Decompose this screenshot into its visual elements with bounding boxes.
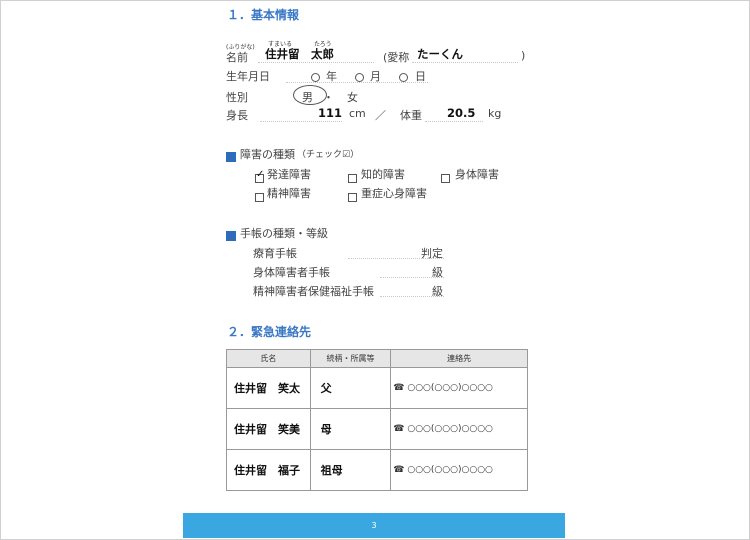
table-row: 住井留 福子 祖母 ☎ ○○○(○○○)○○○○ xyxy=(226,449,528,491)
table-row: 住井留 笑美 母 ☎ ○○○(○○○)○○○○ xyxy=(226,408,528,450)
name-label: 名前 xyxy=(226,51,248,64)
checkbox-severe[interactable] xyxy=(348,187,357,206)
contact-phone: ☎ ○○○(○○○)○○○○ xyxy=(390,408,528,450)
height-weight-separator: ／ xyxy=(375,109,386,122)
gender-male[interactable]: 男 xyxy=(302,89,313,105)
page-footer: 3 xyxy=(183,513,565,538)
handbook-row-label: 身体障害者手帳 xyxy=(253,266,330,279)
name-underline xyxy=(258,62,374,63)
column-header-relation: 続柄・所属等 xyxy=(309,349,392,368)
gender-separator: ・ xyxy=(323,91,334,104)
disability-item-label: 知的障害 xyxy=(361,168,405,181)
weight-unit: kg xyxy=(488,107,502,120)
height-label: 身長 xyxy=(226,109,248,122)
column-header-name: 氏名 xyxy=(226,349,311,368)
handbook-row-label: 療育手帳 xyxy=(253,247,297,260)
checkbox-developmental[interactable]: ✓ xyxy=(255,168,264,187)
table-header-row: 氏名 続柄・所属等 連絡先 xyxy=(226,349,528,368)
checkbox-intellectual[interactable] xyxy=(348,168,357,187)
contact-name: 住井留 笑太 xyxy=(226,367,311,409)
handbook-heading: 手帳の種類・等級 xyxy=(240,227,328,240)
disability-item-label: 重症心身障害 xyxy=(361,187,427,200)
nickname-open: (愛称 xyxy=(383,51,410,64)
disability-item-label: 精神障害 xyxy=(267,187,311,200)
handbook-row-unit: 判定 xyxy=(421,247,443,260)
height-value[interactable]: 111 xyxy=(318,106,342,120)
birthday-label: 生年月日 xyxy=(226,70,270,83)
checkbox-physical[interactable] xyxy=(441,168,450,187)
contact-relation: 母 xyxy=(309,408,392,450)
contact-relation: 祖母 xyxy=(309,449,392,491)
weight-label: 体重 xyxy=(400,109,422,122)
height-unit: cm xyxy=(349,107,366,120)
contact-name: 住井留 福子 xyxy=(226,449,311,491)
section-basic-info-title: １．基本情報 xyxy=(227,8,300,22)
disability-bullet-icon xyxy=(226,147,236,166)
month-circle-icon xyxy=(355,67,364,86)
contact-name: 住井留 笑美 xyxy=(226,408,311,450)
contact-phone: ☎ ○○○(○○○)○○○○ xyxy=(390,367,528,409)
column-header-contact: 連絡先 xyxy=(390,349,528,368)
disability-heading: 障害の種類 xyxy=(240,148,295,161)
table-row: 住井留 笑太 父 ☎ ○○○(○○○)○○○○ xyxy=(226,367,528,409)
disability-item-label: 発達障害 xyxy=(267,168,311,181)
page-number: 3 xyxy=(371,521,377,530)
nickname-close: ) xyxy=(521,49,526,62)
emergency-contacts-table: 氏名 続柄・所属等 連絡先 住井留 笑太 父 ☎ ○○○(○○○)○○○○ 住井… xyxy=(226,349,528,491)
height-underline xyxy=(260,121,342,122)
section-emergency-title: ２．緊急連絡先 xyxy=(227,325,312,339)
handbook-row-label: 精神障害者保健福祉手帳 xyxy=(253,285,374,298)
weight-value[interactable]: 20.5 xyxy=(447,106,475,120)
nickname-underline xyxy=(412,62,518,63)
handbook-row-unit: 級 xyxy=(432,285,443,298)
name-family-value[interactable]: 住井留 xyxy=(265,46,300,62)
disability-item-label: 身体障害 xyxy=(455,168,499,181)
contact-phone: ☎ ○○○(○○○)○○○○ xyxy=(390,449,528,491)
handbook-bullet-icon xyxy=(226,226,236,245)
birthday-underline xyxy=(286,82,428,83)
checkbox-mental[interactable] xyxy=(255,187,264,206)
gender-label: 性別 xyxy=(226,91,248,104)
handbook-row-unit: 級 xyxy=(432,266,443,279)
nickname-value[interactable]: たーくん xyxy=(417,46,463,62)
disability-note: （チェック☑） xyxy=(297,150,360,160)
day-circle-icon xyxy=(399,67,408,86)
weight-underline xyxy=(425,121,483,122)
gender-female[interactable]: 女 xyxy=(347,89,358,105)
contact-relation: 父 xyxy=(309,367,392,409)
name-given-value[interactable]: 太郎 xyxy=(311,46,334,62)
year-circle-icon xyxy=(311,67,320,86)
